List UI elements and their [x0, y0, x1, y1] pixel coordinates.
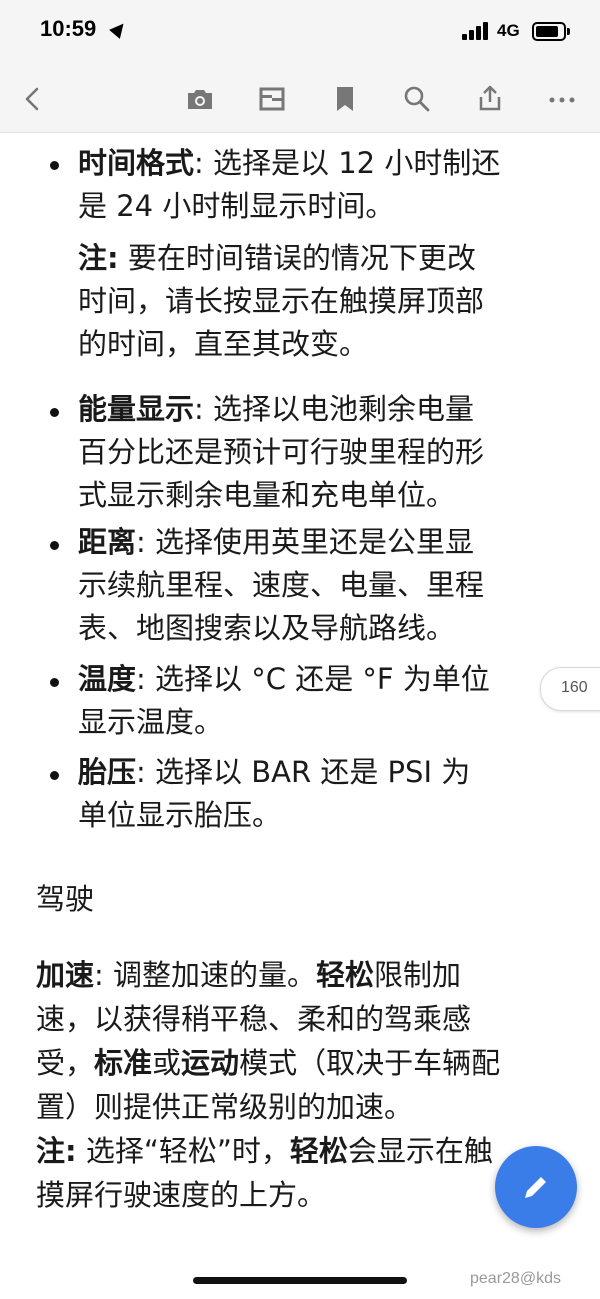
list-item-text: 距离: 选择使用英里还是公里显 示续航里程、速度、电量、里程 表、地图搜索以及导…: [78, 525, 485, 645]
camera-icon: [188, 90, 212, 109]
more-button[interactable]: [545, 82, 579, 116]
reader-mode-icon: [259, 87, 285, 111]
cellular-signal-icon: [462, 22, 492, 40]
bullet-dot: [50, 771, 59, 780]
back-button[interactable]: [16, 82, 50, 116]
bookmark-icon: [337, 87, 353, 111]
bookmark-button[interactable]: [328, 82, 362, 116]
bullet-dot: [50, 161, 59, 170]
network-type: 4G: [497, 21, 520, 40]
bullet-dot: [50, 408, 59, 417]
status-time: 10:59: [40, 16, 97, 41]
page-number: 160: [561, 679, 588, 696]
acceleration-paragraph: 加速: 调整加速的量。轻松限制加 速，以获得稍平稳、柔和的驾乘感 受，标准或运动…: [36, 958, 501, 1124]
term-tire-pressure: 胎压: [78, 755, 137, 789]
term-temperature: 温度: [78, 662, 137, 696]
list-item-text: 时间格式: 选择是以 12 小时制还 是 24 小时制显示时间。: [78, 146, 501, 223]
list-item-text: 温度: 选择以 °C 还是 °F 为单位 显示温度。: [78, 662, 490, 739]
share-icon: [479, 85, 501, 111]
term-energy-display: 能量显示: [78, 392, 195, 426]
screenshot-button[interactable]: [183, 82, 217, 116]
edit-button[interactable]: [495, 1146, 577, 1228]
back-icon: [25, 87, 39, 111]
battery-level: [536, 26, 558, 37]
share-button[interactable]: [473, 82, 507, 116]
term-time-format: 时间格式: [78, 146, 195, 180]
term-distance: 距离: [78, 525, 137, 559]
list-item-text: 能量显示: 选择以电池剩余电量 百分比还是预计可行驶里程的形 式显示剩余电量和充…: [78, 392, 485, 512]
note-label: 注:: [78, 241, 119, 275]
watermark: pear28@kds: [470, 1270, 561, 1287]
more-icon: [549, 97, 575, 103]
section-heading: 驾驶: [36, 882, 95, 916]
battery-icon: [532, 22, 570, 41]
reader-mode-button[interactable]: [255, 82, 289, 116]
bullet-dot: [50, 678, 59, 687]
home-indicator[interactable]: [193, 1277, 407, 1284]
page-number-tab[interactable]: 160: [540, 667, 600, 711]
list-item-text: 胎压: 选择以 BAR 还是 PSI 为 单位显示胎压。: [78, 755, 471, 832]
reader-toolbar: [0, 66, 600, 133]
note-paragraph: 注: 选择“轻松”时，轻松会显示在触 摸屏行驶速度的上方。: [36, 1134, 493, 1212]
status-bar: 10:59 4G: [0, 0, 600, 66]
edit-pencil-icon: [525, 1174, 549, 1198]
bullet-dot: [50, 541, 59, 550]
note-text: 注: 要在时间错误的情况下更改 时间，请长按显示在触摸屏顶部 的时间，直至其改变…: [78, 241, 485, 361]
location-arrow-icon: [109, 19, 129, 39]
search-icon: [404, 86, 430, 112]
search-button[interactable]: [400, 82, 434, 116]
document-content: 时间格式: 选择是以 12 小时制还 是 24 小时制显示时间。 注: 要在时间…: [0, 133, 600, 1299]
